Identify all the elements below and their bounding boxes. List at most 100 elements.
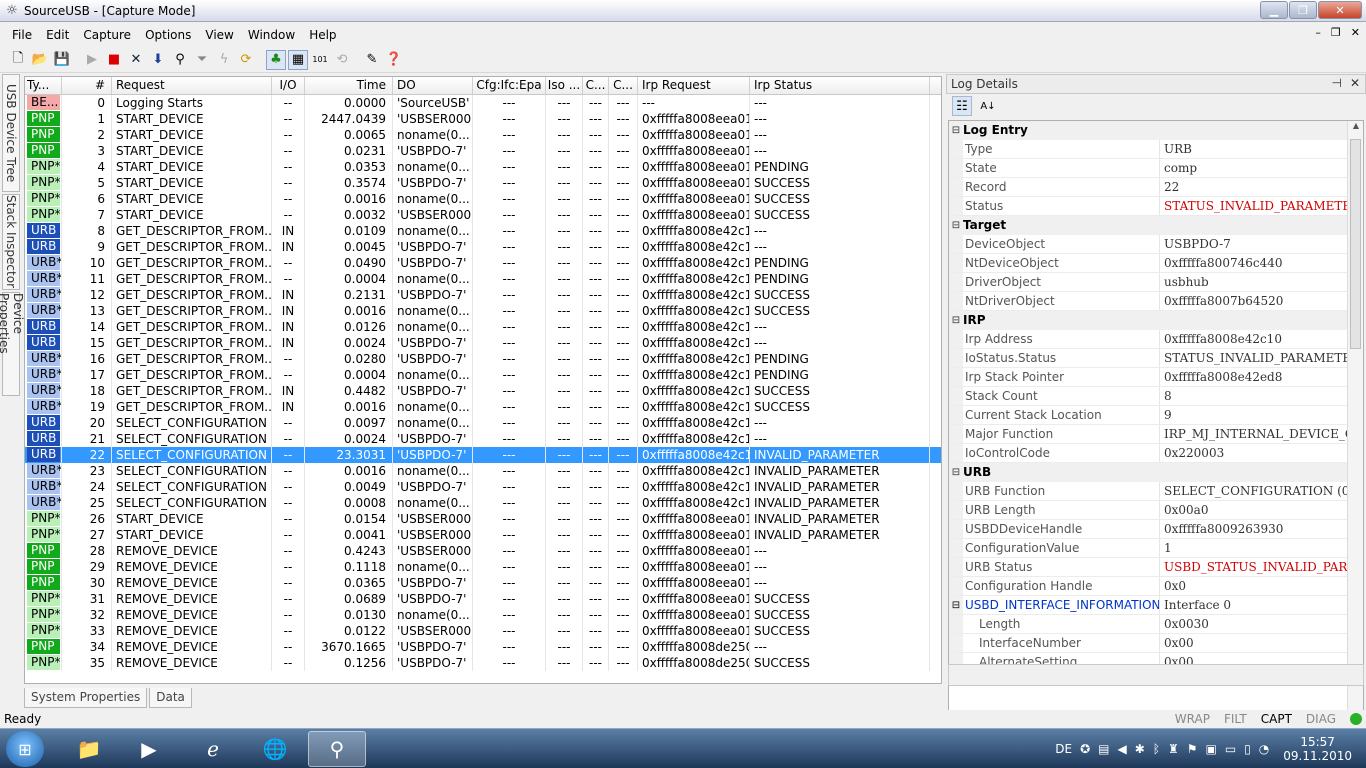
col-irp-request[interactable]: Irp Request	[638, 77, 750, 94]
mdi-minimize-icon[interactable]: –	[1315, 26, 1321, 39]
property-row[interactable]: Type URB	[949, 140, 1349, 159]
table-row[interactable]: URB 22 SELECT_CONFIGURATION -- 23.3031 'USBPD…	[25, 447, 941, 463]
menu-help[interactable]: Help	[309, 28, 336, 42]
property-category[interactable]: ⊟ Log Entry	[949, 121, 1349, 140]
table-row[interactable]: PNP 1 START_DEVICE -- 2447.0439 'USBSER000' --…	[25, 111, 941, 127]
property-row[interactable]: Major Function IRP_MJ_INTERNAL_DEVICE_CON…	[949, 425, 1349, 444]
tray-settings-icon[interactable]: ✱	[1135, 742, 1145, 756]
tray-security-icon[interactable]: ♜	[1168, 742, 1179, 756]
property-row[interactable]: NtDeviceObject 0xfffffa800746c440	[949, 254, 1349, 273]
device-tree-icon[interactable]: ♣	[266, 49, 286, 70]
table-row[interactable]: URB 20 SELECT_CONFIGURATION -- 0.0097 noname(…	[25, 415, 941, 431]
start-capture-icon[interactable]: ▶	[82, 50, 102, 70]
table-row[interactable]: URB 9 GET_DESCRIPTOR_FROM... IN 0.0045 'USBPD…	[25, 239, 941, 255]
tab-stack-inspector[interactable]: Stack Inspector	[2, 194, 20, 290]
property-row[interactable]: IoStatus.Status STATUS_INVALID_PARAMETER	[949, 349, 1349, 368]
tab-data[interactable]: Data	[149, 688, 192, 708]
maximize-button[interactable]: ❐	[1289, 1, 1317, 19]
property-row[interactable]: URB Function SELECT_CONFIGURATION (0x0)	[949, 482, 1349, 501]
table-row[interactable]: PNP* 7 START_DEVICE -- 0.0032 'USBSER000' --- -…	[25, 207, 941, 223]
table-row[interactable]: URB* 24 SELECT_CONFIGURATION -- 0.0049 'USBPD…	[25, 479, 941, 495]
globe-taskbar-icon[interactable]: 🌐	[246, 731, 304, 767]
property-row[interactable]: Length 0x0030	[949, 615, 1349, 634]
property-row[interactable]: IoControlCode 0x220003	[949, 444, 1349, 463]
table-row[interactable]: PNP* 33 REMOVE_DEVICE -- 0.0122 'USBSER000' --…	[25, 623, 941, 639]
sourceusb-taskbar-icon[interactable]: ⚲	[308, 731, 366, 767]
tray-flag-icon[interactable]: ⚑	[1187, 742, 1198, 756]
panel-close-icon[interactable]: ✕	[1350, 76, 1360, 90]
table-row[interactable]: URB* 17 GET_DESCRIPTOR_FROM... -- 0.0004 nona…	[25, 367, 941, 383]
col-cfg-ifc-epa[interactable]: Cfg:Ifc:Epa	[473, 77, 546, 94]
tray-bluetooth-icon[interactable]: ᛒ	[1153, 742, 1160, 756]
property-row[interactable]: ConfigurationValue 1	[949, 539, 1349, 558]
table-row[interactable]: URB 15 GET_DESCRIPTOR_FROM... IN 0.0024 'USBP…	[25, 335, 941, 351]
col-c2[interactable]: C...	[609, 77, 638, 94]
property-scrollbar[interactable]: ▲ ▼	[1347, 121, 1363, 733]
property-row[interactable]: ⊟ USBD_INTERFACE_INFORMATION Interface 0	[949, 596, 1349, 615]
col-iso[interactable]: Iso ...	[546, 77, 583, 94]
property-row[interactable]: USBDDeviceHandle 0xfffffa8009263930	[949, 520, 1349, 539]
refresh-icon[interactable]: ⟳	[236, 50, 256, 70]
property-row[interactable]: DeviceObject USBPDO-7	[949, 235, 1349, 254]
binary-view-icon[interactable]: 101	[310, 50, 330, 70]
collapse-icon[interactable]: ⊟	[949, 463, 963, 482]
table-row[interactable]: URB* 12 GET_DESCRIPTOR_FROM... IN 0.2131 'USB…	[25, 287, 941, 303]
categorized-icon[interactable]: ☷	[952, 96, 972, 116]
tray-app-icon[interactable]: ✪	[1080, 742, 1090, 756]
table-row[interactable]: URB* 10 GET_DESCRIPTOR_FROM... -- 0.0490 'USB…	[25, 255, 941, 271]
minimize-button[interactable]: ▁	[1260, 1, 1288, 19]
property-row[interactable]: InterfaceNumber 0x00	[949, 634, 1349, 653]
clear-icon[interactable]: ✕	[126, 50, 146, 70]
table-row[interactable]: PNP* 4 START_DEVICE -- 0.0353 noname(0... --- -…	[25, 159, 941, 175]
collapse-icon[interactable]: ⊟	[949, 311, 963, 330]
property-category[interactable]: ⊟ URB	[949, 463, 1349, 482]
grid-view-icon[interactable]: ▦	[288, 49, 308, 70]
table-row[interactable]: URB 8 GET_DESCRIPTOR_FROM... IN 0.0109 noname…	[25, 223, 941, 239]
property-row[interactable]: URB Status USBD_STATUS_INVALID_PARAMETE	[949, 558, 1349, 577]
table-row[interactable]: PNP 34 REMOVE_DEVICE -- 3670.1665 'USBPDO-7' -…	[25, 639, 941, 655]
menu-window[interactable]: Window	[248, 28, 295, 42]
table-row[interactable]: URB 14 GET_DESCRIPTOR_FROM... IN 0.0126 nonam…	[25, 319, 941, 335]
property-row[interactable]: State comp	[949, 159, 1349, 178]
clock[interactable]: 15:57 09.11.2010	[1283, 735, 1352, 763]
internet-explorer-taskbar-icon[interactable]: ℯ	[184, 731, 242, 767]
menu-options[interactable]: Options	[145, 28, 191, 42]
filter-icon[interactable]: ⏷	[192, 50, 212, 70]
property-grid[interactable]: ⊟ Log Entry Type URB State comp Record 22 Status…	[948, 120, 1364, 734]
property-row[interactable]: Record 22	[949, 178, 1349, 197]
table-row[interactable]: PNP 2 START_DEVICE -- 0.0065 noname(0... --- --…	[25, 127, 941, 143]
table-row[interactable]: PNP* 32 REMOVE_DEVICE -- 0.0130 noname(0... --…	[25, 607, 941, 623]
tab-system-properties[interactable]: System Properties	[24, 688, 148, 708]
new-icon[interactable]: 🗋	[8, 50, 28, 70]
scroll-up-icon[interactable]: ▲	[1348, 121, 1363, 135]
tab-usb-device-tree[interactable]: USB Device Tree	[2, 74, 20, 192]
col-number[interactable]: #	[62, 77, 112, 94]
sync-icon[interactable]: ⟲	[332, 50, 352, 70]
table-row[interactable]: URB* 18 GET_DESCRIPTOR_FROM... IN 0.4482 'USB…	[25, 383, 941, 399]
col-do[interactable]: DO	[393, 77, 473, 94]
stop-capture-icon[interactable]: ■	[104, 50, 124, 70]
table-row[interactable]: URB* 23 SELECT_CONFIGURATION -- 0.0016 noname…	[25, 463, 941, 479]
filter-off-icon[interactable]: ϟ	[214, 50, 234, 70]
property-row[interactable]: DriverObject usbhub	[949, 273, 1349, 292]
table-row[interactable]: PNP 3 START_DEVICE -- 0.0231 'USBPDO-7' --- ---…	[25, 143, 941, 159]
table-row[interactable]: PNP* 35 REMOVE_DEVICE -- 0.1256 'USBPDO-7' ---…	[25, 655, 941, 671]
property-row[interactable]: NtDriverObject 0xfffffa8007b64520	[949, 292, 1349, 311]
property-row[interactable]: Irp Stack Pointer 0xfffffa8008e42ed8	[949, 368, 1349, 387]
table-row[interactable]: URB* 13 GET_DESCRIPTOR_FROM... IN 0.0016 nona…	[25, 303, 941, 319]
find-icon[interactable]: ⚲	[170, 50, 190, 70]
menu-view[interactable]: View	[205, 28, 233, 42]
table-row[interactable]: PNP* 27 START_DEVICE -- 0.0041 'USBSER000' ---…	[25, 527, 941, 543]
table-row[interactable]: URB* 25 SELECT_CONFIGURATION -- 0.0008 noname…	[25, 495, 941, 511]
property-category[interactable]: ⊟ Target	[949, 216, 1349, 235]
save-icon[interactable]: 💾	[52, 50, 72, 70]
scroll-down-icon[interactable]: ⬇	[148, 50, 168, 70]
properties-icon[interactable]: ✎	[362, 50, 382, 70]
tray-wifi-icon[interactable]: ◔	[1259, 742, 1269, 756]
sort-alpha-icon[interactable]: A↓	[978, 96, 998, 116]
table-row[interactable]: BE... 0 Logging Starts -- 0.0000 'SourceUSB' -…	[25, 95, 941, 111]
close-button[interactable]: ✕	[1318, 1, 1362, 19]
property-category[interactable]: ⊟ IRP	[949, 311, 1349, 330]
col-request[interactable]: Request	[112, 77, 272, 94]
menu-edit[interactable]: Edit	[46, 28, 69, 42]
